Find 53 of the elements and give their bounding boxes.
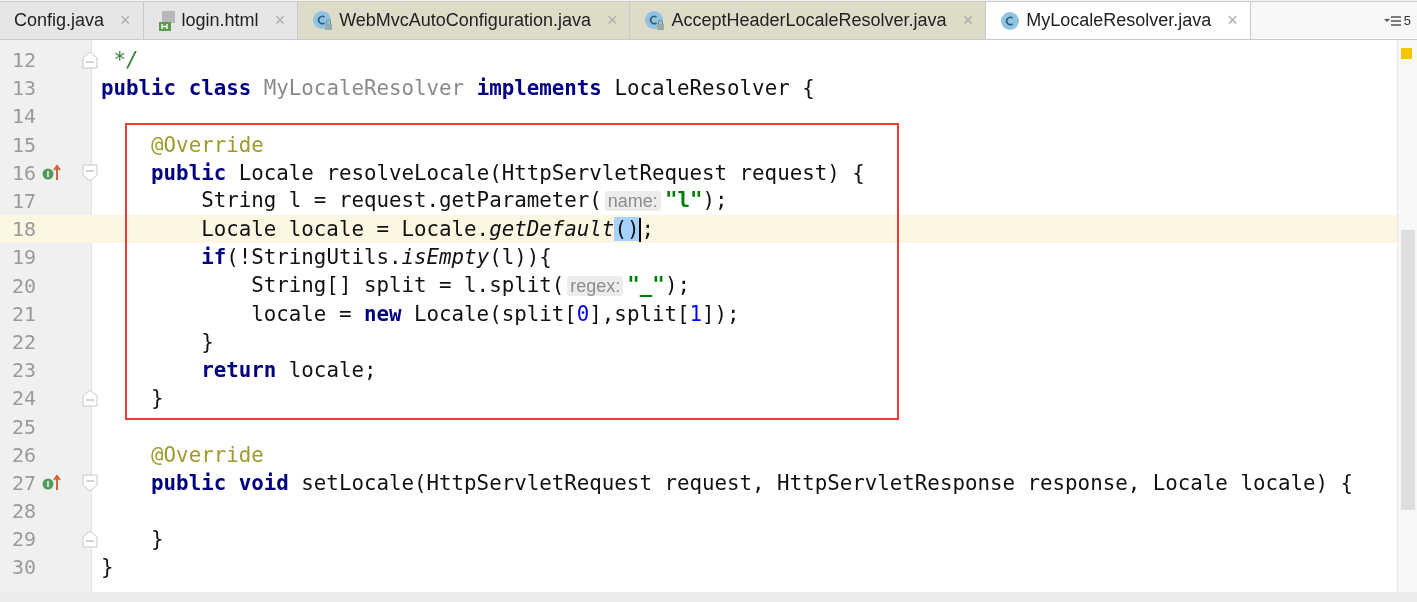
warning-marker[interactable]	[1401, 48, 1412, 59]
line-number: 12	[10, 48, 36, 73]
line-number: 16	[10, 160, 36, 185]
code-line: @Override	[150, 131, 264, 159]
class-icon	[312, 10, 334, 31]
line-number: 15	[10, 132, 36, 157]
editor-tab[interactable]: login.html ×	[143, 1, 299, 39]
line-number: 18	[10, 217, 36, 242]
code-line: */	[112, 47, 139, 74]
line-number: 24	[10, 386, 36, 411]
editor-tab[interactable]: MyLocaleResolver.java ×	[986, 1, 1251, 39]
line-number: 14	[10, 104, 36, 129]
html-file-icon	[157, 10, 176, 31]
line-number: 25	[10, 414, 36, 439]
fold-icon[interactable]	[82, 389, 98, 408]
class-icon	[644, 10, 666, 31]
fold-icon[interactable]	[82, 51, 98, 69]
fold-icon[interactable]	[82, 530, 98, 549]
code-line: public class MyLocaleResolver implements LocaleResolver {	[100, 75, 815, 103]
scrollbar-thumb[interactable]	[1401, 230, 1415, 510]
line-number: 13	[10, 76, 36, 101]
tab-overflow-button[interactable]: 5	[1383, 13, 1411, 28]
code-line: public void setLocale(HttpServletRequest request, HttpServletResponse response, Locale locale) {	[150, 469, 1354, 497]
line-number: 28	[10, 499, 36, 524]
fold-icon[interactable]	[82, 163, 98, 182]
line-number: 17	[10, 189, 36, 214]
code-line: @Override	[150, 441, 264, 469]
code-line: if(!StringUtils.isEmpty(l)){	[200, 244, 552, 272]
code-line: return locale;	[200, 357, 377, 385]
editor-tab[interactable]: WebMvcAutoConfiguration.java ×	[298, 1, 631, 39]
code-line: String l = request.getParameter( name: "l");	[200, 187, 728, 215]
code-line: }	[150, 385, 164, 413]
line-number: 19	[10, 245, 36, 270]
code-line: public Locale resolveLocale(HttpServletRequest request) {	[150, 159, 865, 187]
editor-tab[interactable]: Config.java ×	[0, 1, 144, 39]
code-line: }	[100, 554, 114, 582]
code-line: locale = new Locale(split[0],split[1]);	[250, 300, 740, 328]
line-number: 27	[10, 470, 36, 495]
code-line: Locale locale = Locale.getDefault();	[200, 216, 654, 244]
line-number: 20	[10, 273, 36, 298]
line-number: 29	[10, 527, 36, 552]
line-number: 22	[10, 329, 36, 354]
fold-icon[interactable]	[82, 473, 98, 492]
horizontal-scrollbar[interactable]	[0, 592, 1417, 602]
line-number: 26	[10, 442, 36, 467]
line-number: 30	[10, 555, 36, 580]
code-line: String[] split = l.split( regex: "_");	[250, 272, 690, 299]
class-icon	[1000, 10, 1021, 31]
editor-tab[interactable]: AcceptHeaderLocaleResolver.java ×	[630, 1, 987, 39]
line-number: 23	[10, 358, 36, 383]
line-number: 21	[10, 301, 36, 326]
code-line: }	[200, 328, 214, 356]
code-line: }	[150, 526, 164, 554]
